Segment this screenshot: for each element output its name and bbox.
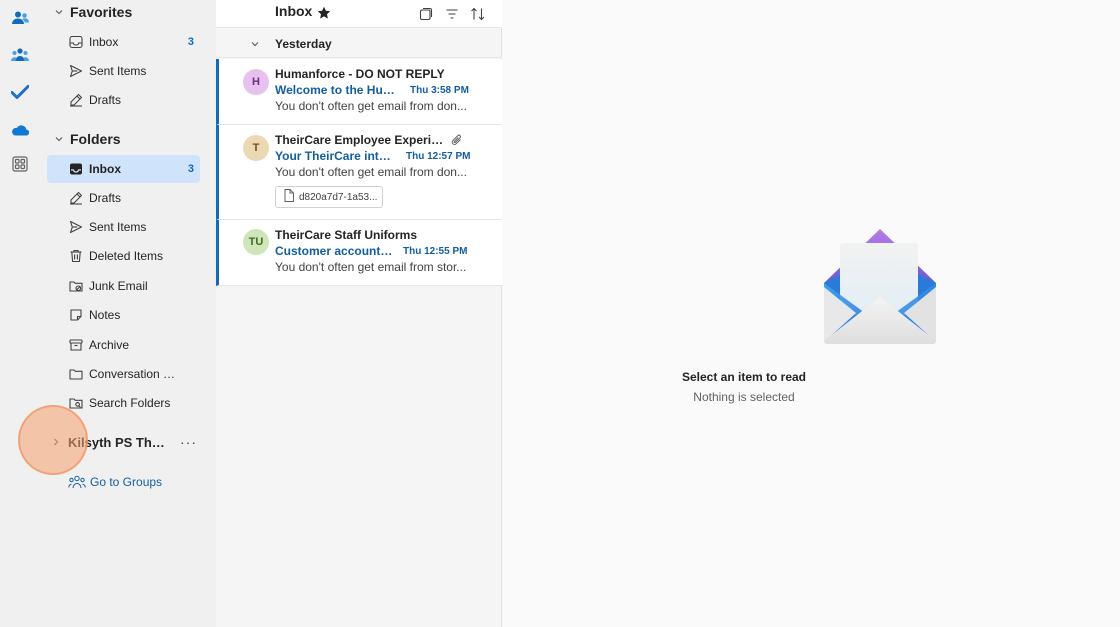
message-item[interactable]: H Humanforce - DO NOT REPLY Welcome to t…	[216, 59, 502, 125]
list-title: Inbox	[275, 3, 313, 19]
chevron-right-icon[interactable]	[50, 437, 62, 447]
folder-item-label: Inbox	[89, 162, 121, 176]
message-subject: Welcome to the Hum...	[275, 83, 397, 97]
folder-item-inbox[interactable]: Inbox 3	[47, 155, 200, 183]
folder-item-label: Archive	[89, 338, 130, 352]
folder-item-deleted-items[interactable]: Deleted Items	[47, 242, 200, 270]
list-toolbar: Inbox	[216, 0, 502, 28]
send-icon	[47, 64, 89, 78]
open-envelope-icon	[820, 225, 940, 353]
notes-icon	[47, 308, 89, 322]
inbox-icon	[47, 162, 89, 176]
send-icon	[47, 220, 89, 234]
sort-icon[interactable]	[468, 4, 488, 24]
folder-pane: Favorites Inbox 3 Sent Items Drafts Fold…	[40, 0, 216, 627]
todo-check-icon[interactable]	[8, 80, 32, 104]
message-item[interactable]: T TheirCare Employee Experien... Your Th…	[216, 125, 502, 220]
date-group-header[interactable]: Yesterday	[216, 30, 502, 58]
select-mode-icon[interactable]	[416, 4, 436, 24]
apps-grid-icon[interactable]	[8, 152, 32, 176]
go-to-groups-link[interactable]: Go to Groups	[68, 472, 162, 492]
favorites-title: Favorites	[70, 4, 133, 20]
favorite-item-label: Inbox	[89, 35, 119, 49]
avatar: TU	[243, 229, 269, 255]
favorite-item-drafts[interactable]: Drafts	[47, 86, 200, 114]
folder-item-label: Conversation Histo...	[89, 367, 180, 381]
message-list: Inbox Yesterday H Humanforce - DO NOT RE…	[216, 0, 502, 627]
archive-icon	[47, 338, 89, 352]
star-icon[interactable]	[314, 3, 334, 23]
message-sender: TheirCare Employee Experien...	[275, 133, 445, 147]
go-to-groups-label: Go to Groups	[90, 475, 163, 489]
folder-item-archive[interactable]: Archive	[47, 331, 200, 359]
app-rail	[0, 0, 40, 627]
junk-folder-icon	[47, 279, 89, 293]
folder-item-label: Deleted Items	[89, 249, 164, 263]
paperclip-icon	[451, 133, 463, 150]
drafts-icon	[47, 191, 89, 205]
message-preview: You don't often get email from stor...	[275, 260, 467, 274]
unread-count: 3	[187, 36, 194, 48]
inbox-icon	[47, 35, 89, 49]
file-icon	[284, 189, 294, 205]
search-folder-icon	[47, 396, 89, 410]
avatar: H	[243, 69, 269, 95]
folders-header[interactable]: Folders	[50, 127, 121, 151]
folder-item-sent-items[interactable]: Sent Items	[47, 213, 200, 241]
folder-item-conversation-history[interactable]: Conversation Histo...	[47, 360, 200, 388]
reading-pane: Select an item to read Nothing is select…	[502, 0, 1120, 627]
message-time: Thu 3:58 PM	[410, 85, 469, 96]
message-subject: Your TheirCare intelli...	[275, 149, 397, 163]
message-sender: Humanforce - DO NOT REPLY	[275, 67, 445, 81]
chevron-down-icon	[216, 39, 275, 49]
favorite-item-inbox[interactable]: Inbox 3	[47, 28, 200, 56]
folder-item-drafts[interactable]: Drafts	[47, 184, 200, 212]
folder-icon	[47, 367, 89, 381]
folder-item-label: Search Folders	[89, 396, 171, 410]
unread-count: 3	[187, 163, 194, 175]
filter-icon[interactable]	[442, 4, 462, 24]
favorite-item-sent-items[interactable]: Sent Items	[47, 57, 200, 85]
group-item[interactable]: Kilsyth PS The... ···	[50, 430, 210, 454]
folder-item-junk-email[interactable]: Junk Email	[47, 272, 200, 300]
attachment-chip[interactable]: d820a7d7-1a53...	[275, 186, 383, 208]
message-item[interactable]: TU TheirCare Staff Uniforms Customer acc…	[216, 220, 502, 286]
message-preview: You don't often get email from don...	[275, 165, 467, 179]
attachment-name: d820a7d7-1a53...	[299, 191, 378, 203]
empty-state-title: Select an item to read	[681, 370, 807, 384]
chevron-down-icon	[50, 7, 68, 17]
folder-item-label: Sent Items	[89, 220, 147, 234]
trash-icon	[47, 249, 89, 263]
avatar: T	[243, 135, 269, 161]
folder-item-notes[interactable]: Notes	[47, 301, 200, 329]
favorite-item-label: Drafts	[89, 93, 122, 107]
folder-item-search-folders[interactable]: Search Folders	[47, 389, 200, 417]
folder-item-label: Drafts	[89, 191, 122, 205]
date-group-title: Yesterday	[275, 36, 332, 51]
favorite-item-label: Sent Items	[89, 64, 147, 78]
groups-icon[interactable]	[8, 43, 32, 67]
message-preview: You don't often get email from don...	[275, 99, 467, 113]
chevron-down-icon	[50, 134, 68, 144]
group-label: Kilsyth PS The...	[68, 434, 166, 450]
people-icon[interactable]	[8, 6, 32, 30]
groups-icon	[68, 475, 86, 489]
favorites-header[interactable]: Favorites	[50, 0, 132, 24]
folders-title: Folders	[70, 131, 121, 147]
onedrive-cloud-icon[interactable]	[8, 118, 32, 142]
folder-item-label: Junk Email	[89, 279, 148, 293]
folder-item-label: Notes	[89, 308, 121, 322]
message-time: Thu 12:55 PM	[403, 246, 468, 257]
empty-state-subtitle: Nothing is selected	[693, 390, 795, 404]
more-options-icon[interactable]: ···	[180, 434, 197, 450]
message-subject: Customer account ac...	[275, 244, 395, 258]
message-time: Thu 12:57 PM	[406, 151, 471, 162]
drafts-icon	[47, 93, 89, 107]
message-sender: TheirCare Staff Uniforms	[275, 228, 418, 242]
